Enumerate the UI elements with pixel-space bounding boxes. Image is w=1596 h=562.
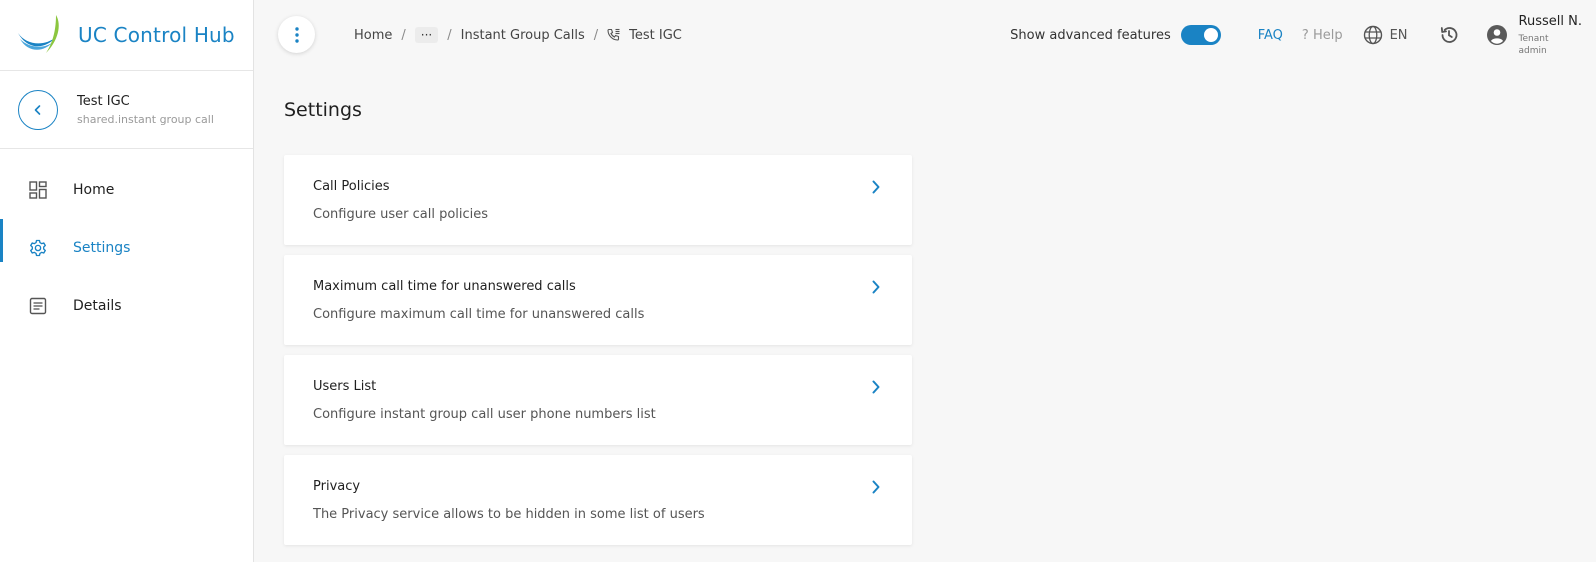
language-selector[interactable]: EN: [1363, 25, 1408, 45]
card-description: Configure user call policies: [313, 207, 489, 222]
card-title: Users List: [313, 379, 377, 394]
settings-card-users-list[interactable]: Users List Configure instant group call …: [284, 355, 912, 445]
sidebar-nav: Home Settings Details: [0, 149, 253, 335]
card-description: The Privacy service allows to be hidden …: [313, 507, 705, 522]
history-button[interactable]: [1438, 24, 1460, 46]
header-tools: Show advanced features FAQ ? Help EN Rus…: [1010, 0, 1596, 70]
gear-icon: [28, 238, 48, 258]
user-name: Russell N.: [1518, 13, 1582, 29]
breadcrumb-home[interactable]: Home: [354, 28, 392, 43]
phone-group-icon: [607, 28, 621, 42]
language-code: EN: [1389, 27, 1408, 43]
sidebar-item-label: Home: [73, 182, 115, 198]
breadcrumb-ellipsis[interactable]: ···: [414, 27, 439, 43]
entity-title: Test IGC: [77, 93, 130, 109]
card-title: Privacy: [313, 479, 361, 494]
breadcrumb-current: Test IGC: [629, 27, 682, 43]
sidebar-item-settings[interactable]: Settings: [0, 219, 253, 277]
entity-header: Test IGC shared.instant group call: [0, 71, 253, 149]
sidebar: UC Control Hub Test IGC shared.instant g…: [0, 0, 254, 562]
breadcrumb-separator: /: [447, 27, 452, 43]
card-description: Configure instant group call user phone …: [313, 407, 656, 422]
user-menu[interactable]: Russell N. Tenant admin: [1486, 14, 1582, 57]
settings-list: Call Policies Configure user call polici…: [284, 155, 912, 555]
settings-card-call-policies[interactable]: Call Policies Configure user call polici…: [284, 155, 912, 245]
chevron-right-icon: [872, 380, 880, 394]
help-link[interactable]: ? Help: [1302, 28, 1343, 43]
faq-link[interactable]: FAQ: [1258, 28, 1283, 43]
page-title: Settings: [284, 99, 362, 121]
breadcrumb: Home / ··· / Instant Group Calls / Test …: [354, 0, 682, 70]
app-title: UC Control Hub: [78, 23, 235, 47]
breadcrumb-separator: /: [401, 27, 406, 43]
history-icon: [1440, 27, 1457, 43]
dashboard-icon: [28, 180, 48, 200]
entity-subtitle: shared.instant group call: [77, 112, 214, 126]
sidebar-item-details[interactable]: Details: [0, 277, 253, 335]
chevron-right-icon: [872, 280, 880, 294]
chevron-right-icon: [872, 180, 880, 194]
globe-icon: [1363, 25, 1382, 45]
chevron-right-icon: [872, 480, 880, 494]
toggle-knob: [1203, 28, 1218, 42]
top-bar: Home / ··· / Instant Group Calls / Test …: [254, 0, 1596, 70]
settings-card-privacy[interactable]: Privacy The Privacy service allows to be…: [284, 455, 912, 545]
advanced-features-label: Show advanced features: [1010, 27, 1171, 43]
chevron-left-icon: [34, 104, 41, 115]
app-logo[interactable]: UC Control Hub: [0, 0, 253, 71]
kebab-icon: [294, 26, 299, 43]
back-button[interactable]: [18, 89, 58, 130]
breadcrumb-instant-group-calls[interactable]: Instant Group Calls: [461, 28, 585, 43]
advanced-features-toggle[interactable]: [1180, 25, 1221, 45]
document-icon: [28, 296, 48, 316]
breadcrumb-separator: /: [593, 27, 599, 43]
card-description: Configure maximum call time for unanswer…: [313, 307, 645, 322]
settings-card-max-call-time[interactable]: Maximum call time for unanswered calls C…: [284, 255, 912, 345]
card-title: Call Policies: [313, 179, 390, 194]
logo-icon: [18, 15, 59, 53]
user-role: Tenant admin: [1518, 33, 1549, 56]
avatar-icon: [1486, 24, 1508, 46]
sidebar-item-label: Details: [73, 298, 122, 314]
sidebar-item-home[interactable]: Home: [0, 161, 253, 219]
more-menu-button[interactable]: [278, 16, 315, 53]
sidebar-item-label: Settings: [73, 240, 131, 256]
card-title: Maximum call time for unanswered calls: [313, 279, 576, 294]
